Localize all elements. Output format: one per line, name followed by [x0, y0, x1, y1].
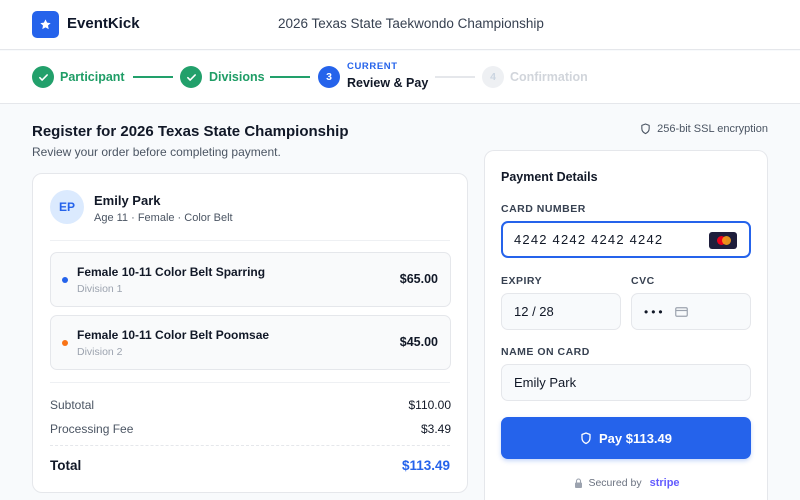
subtotal-label: Subtotal	[50, 398, 95, 412]
fee-value: $3.49	[420, 422, 451, 436]
total-label: Total	[50, 458, 82, 473]
card-number-value: 4242 4242 4242 4242	[514, 232, 664, 247]
ssl-note: 256-bit SSL encryption	[640, 123, 768, 135]
event-title: 2026 Texas State Taekwondo Championship	[278, 16, 544, 31]
division-dot	[62, 340, 68, 346]
divider	[50, 445, 450, 446]
logo[interactable]	[32, 11, 59, 38]
name-on-card-label: NAME ON CARD	[501, 346, 590, 358]
division-number: Division 1	[77, 283, 123, 295]
name-on-card-value: Emily Park	[514, 375, 577, 390]
division-item: Female 10-11 Color Belt Poomsae Division…	[50, 315, 451, 370]
name-on-card-input[interactable]: Emily Park	[501, 364, 751, 401]
stripe-logo: stripe	[649, 477, 680, 489]
checkout-stepper: Participant Divisions 3 CURRENT Review &…	[0, 51, 800, 104]
subtotal-row: Subtotal $110.00	[50, 398, 451, 412]
cvc-label: CVC	[631, 275, 655, 287]
step-3-number: 3	[318, 66, 340, 88]
participant-name: Emily Park	[94, 193, 161, 208]
division-price: $65.00	[399, 272, 438, 286]
division-dot	[62, 277, 68, 283]
check-icon	[186, 73, 196, 81]
step-2-complete-icon[interactable]	[180, 66, 202, 88]
total-value: $113.49	[401, 458, 450, 473]
page-subtitle: Review your order before completing paym…	[32, 145, 281, 159]
fee-label: Processing Fee	[50, 422, 134, 436]
avatar: EP	[50, 190, 84, 224]
divider	[50, 240, 450, 241]
step-label-divisions[interactable]: Divisions	[209, 70, 265, 84]
expiry-value: 12 / 28	[514, 304, 554, 319]
pay-button[interactable]: Pay $113.49	[501, 417, 751, 459]
star-icon	[40, 19, 51, 30]
division-price: $45.00	[399, 335, 438, 349]
fee-row: Processing Fee $3.49	[50, 422, 451, 436]
subtotal-value: $110.00	[408, 398, 452, 412]
division-name: Female 10-11 Color Belt Poomsae	[77, 328, 270, 342]
divider	[50, 382, 450, 383]
step-label-participant[interactable]: Participant	[60, 70, 125, 84]
card-icon	[675, 307, 688, 317]
lock-icon	[575, 477, 583, 488]
step-connector	[133, 76, 173, 78]
participant-meta: Age 11 · Female · Color Belt	[94, 212, 233, 224]
expiry-label: EXPIRY	[501, 275, 543, 287]
step-label-review-pay: Review & Pay	[347, 76, 429, 90]
expiry-input[interactable]: 12 / 28	[501, 293, 621, 330]
secured-by-text: Secured by	[588, 477, 642, 489]
step-1-complete-icon[interactable]	[32, 66, 54, 88]
step-label-confirmation: Confirmation	[510, 70, 588, 84]
pay-button-label: Pay $113.49	[598, 430, 673, 446]
payment-card: Payment Details CARD NUMBER 4242 4242 42…	[484, 150, 768, 500]
step-4-number: 4	[482, 66, 504, 88]
division-number: Division 2	[77, 346, 123, 358]
step-connector	[435, 76, 475, 78]
current-step-tag: CURRENT	[347, 61, 398, 72]
secured-by-note: Secured by stripe	[485, 477, 769, 489]
mastercard-icon	[709, 232, 737, 249]
shield-icon	[581, 431, 591, 444]
brand-name: EventKick	[67, 15, 140, 32]
ssl-note-text: 256-bit SSL encryption	[657, 123, 768, 135]
shield-icon	[641, 123, 650, 135]
order-summary-card: EP Emily Park Age 11 · Female · Color Be…	[32, 173, 468, 493]
step-connector	[270, 76, 310, 78]
page-title: Register for 2026 Texas State Championsh…	[32, 123, 349, 140]
card-number-input[interactable]: 4242 4242 4242 4242	[501, 221, 751, 258]
card-number-label: CARD NUMBER	[501, 203, 586, 215]
division-item: Female 10-11 Color Belt Sparring Divisio…	[50, 252, 451, 307]
cvc-value: •••	[644, 304, 666, 319]
cvc-input[interactable]: •••	[631, 293, 751, 330]
check-icon	[38, 73, 48, 81]
top-bar: EventKick 2026 Texas State Taekwondo Cha…	[0, 0, 800, 50]
division-name: Female 10-11 Color Belt Sparring	[77, 265, 266, 279]
payment-title: Payment Details	[501, 170, 598, 184]
